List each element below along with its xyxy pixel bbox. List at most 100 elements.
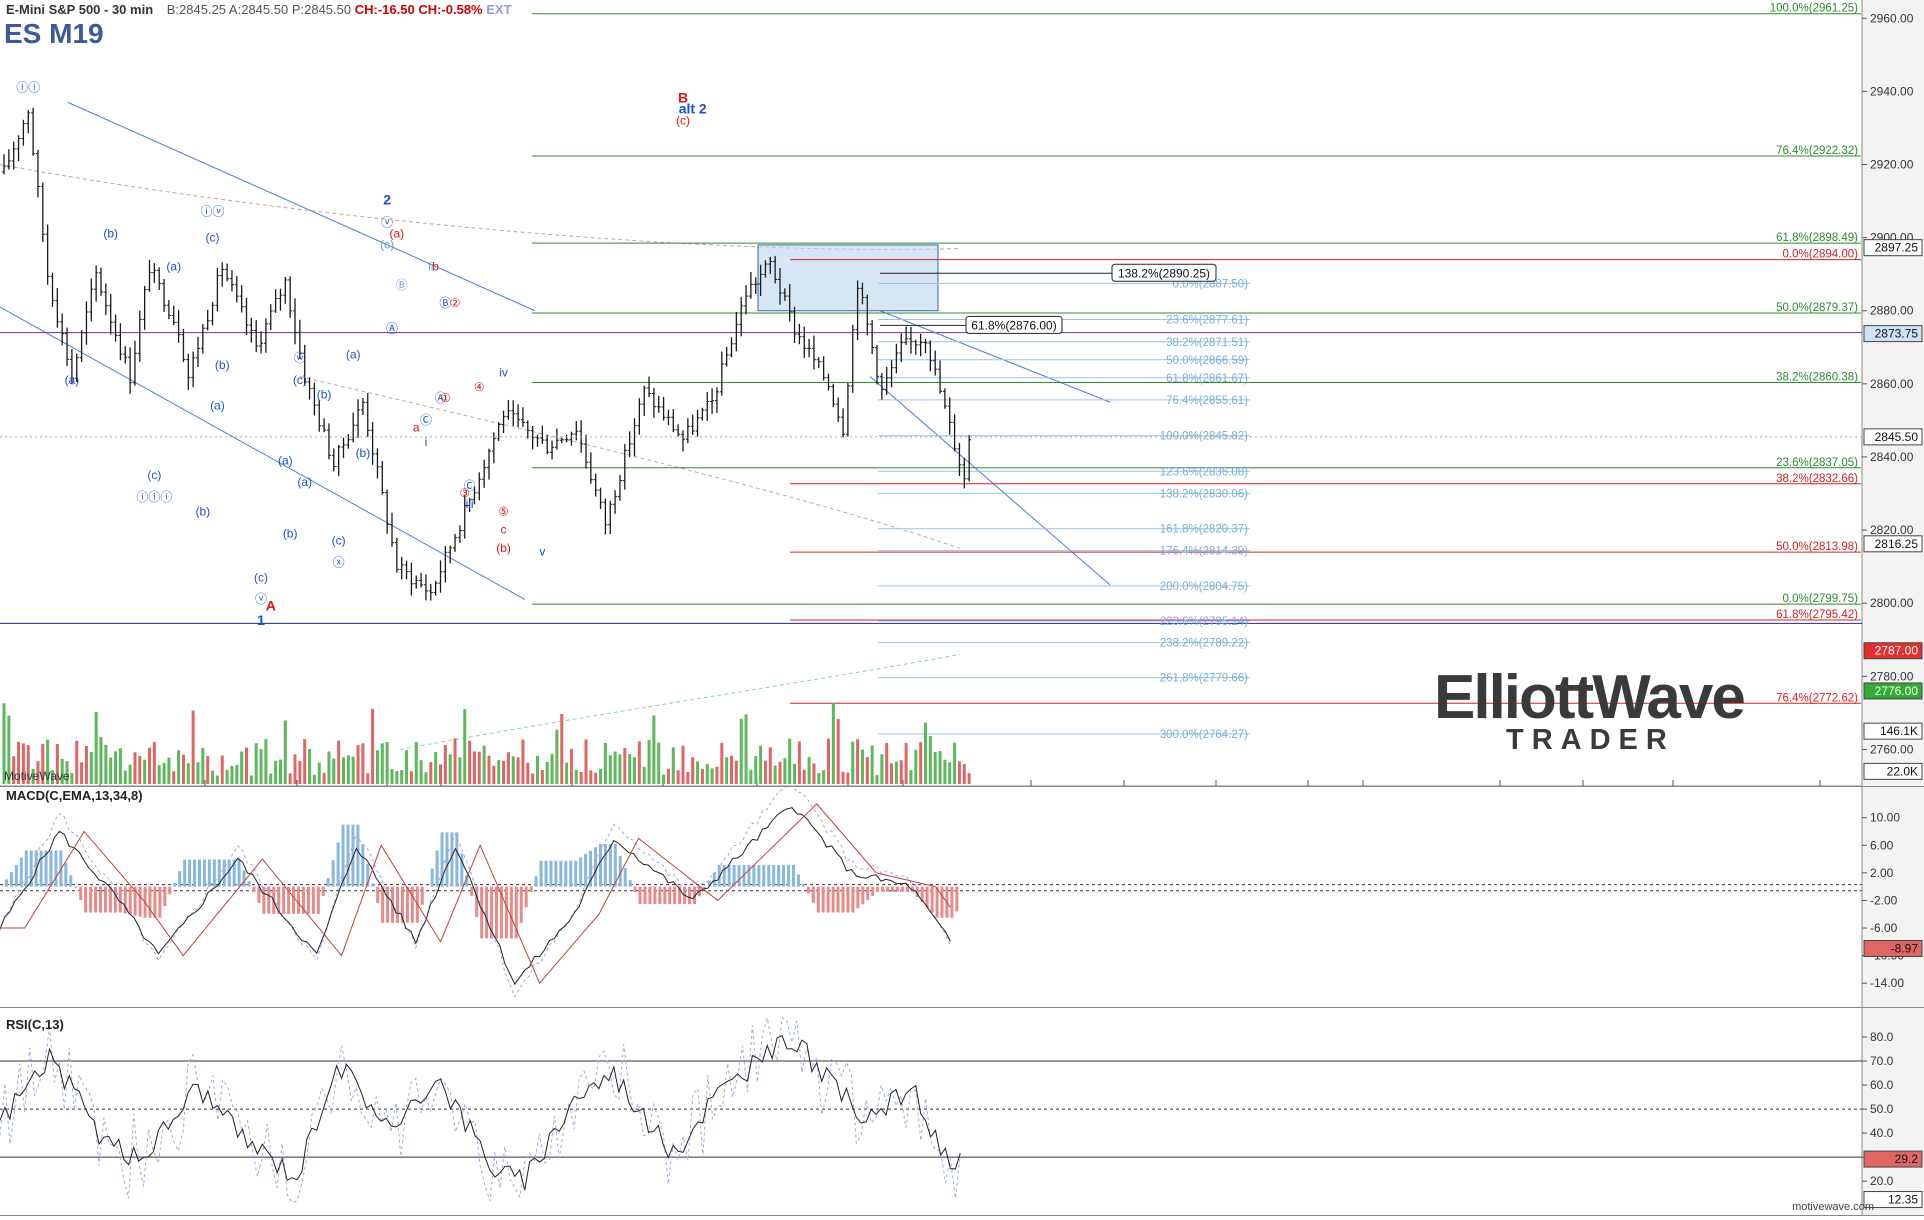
macd-histogram-bar [242, 870, 246, 887]
wave-label: ⓘⓘⓘ [136, 490, 172, 504]
volume-bar [574, 769, 578, 784]
rsi-chart[interactable]: 80.070.060.050.040.030.020.029.212.35 [0, 1008, 1924, 1215]
price-tag-label: 2897.25 [1875, 241, 1919, 255]
volume-bar [924, 722, 927, 784]
volume-bar [744, 714, 748, 784]
volume-bar [870, 745, 874, 784]
volume-bar [943, 759, 947, 784]
macd-histogram-bar [648, 886, 652, 905]
volume-bar [274, 760, 278, 784]
rsi-tag-label: 12.35 [1888, 1193, 1918, 1207]
macd-histogram-bar [925, 886, 929, 908]
macd-tick-label: 6.00 [1870, 838, 1894, 852]
macd-histogram-bar [955, 886, 959, 912]
volume-bar [196, 762, 200, 784]
wave-label: (b) [356, 446, 371, 460]
wave-label: ⓦ [294, 351, 306, 365]
wave-label: (c) [254, 570, 268, 584]
macd-histogram-bar [688, 886, 692, 905]
volume-bar [754, 756, 758, 784]
volume-bar [312, 774, 316, 784]
volume-bar [628, 754, 632, 784]
volume-bar [608, 755, 612, 784]
volume-bar [865, 757, 869, 784]
rsi-tick-label: 60.0 [1870, 1078, 1894, 1092]
wave-label: 1 [257, 612, 265, 628]
rsi-panel[interactable]: 80.070.060.050.040.030.020.029.212.35 [0, 1008, 1924, 1216]
volume-bar [240, 751, 244, 784]
wave-label: 2 [383, 192, 391, 208]
volume-bar [172, 771, 176, 784]
volume-bar [521, 739, 525, 784]
macd-histogram-bar [777, 864, 781, 887]
macd-histogram-bar [4, 879, 8, 887]
volume-bar [788, 738, 792, 784]
macd-histogram-bar [79, 886, 83, 901]
macd-histogram-bar [757, 864, 761, 887]
fib-extension-label: 38.2%(2871.51) [1166, 337, 1248, 349]
fib-level-label: 100.0%(2961.25) [1770, 3, 1858, 15]
volume-bar [84, 746, 88, 784]
macd-histogram-bar [539, 860, 543, 887]
macd-histogram-bar [361, 844, 365, 887]
volume-bar [157, 765, 161, 784]
fib-level-label: 50.0%(2879.37) [1776, 302, 1858, 314]
volume-bar [662, 774, 666, 784]
macd-histogram-bar [435, 850, 439, 887]
volume-bar [118, 748, 122, 784]
macd-histogram-bar [257, 886, 261, 903]
volume-bar [249, 775, 253, 784]
macd-panel[interactable]: 10.006.002.00-2.00-6.00-10.00-14.00-8.97 [0, 784, 1924, 1008]
fib-extension-label: 23.6%(2877.61) [1166, 314, 1248, 326]
wave-label: (b) [496, 541, 511, 555]
macd-histogram-bar [495, 886, 498, 939]
macd-histogram-bar [198, 859, 201, 887]
volume-bar [177, 750, 181, 784]
macd-histogram-bar [623, 868, 627, 887]
wave-label: (a) [278, 453, 293, 467]
volume-bar [409, 771, 413, 784]
macd-histogram-bar [628, 880, 632, 887]
macd-histogram-bar [747, 864, 751, 887]
volume-bar [337, 740, 341, 784]
volume-bar [720, 742, 724, 784]
macd-histogram-bar [782, 864, 786, 887]
volume-bar [550, 754, 554, 784]
volume-bar [778, 761, 782, 784]
macd-histogram-bar [886, 886, 890, 892]
volume-bar [856, 739, 860, 784]
fib-level-label: 0.0%(2799.75) [1783, 593, 1859, 605]
fib-extension-label: 61.8%(2861.67) [1166, 373, 1248, 385]
rsi-tick-label: 80.0 [1870, 1030, 1894, 1044]
fib-level-label: 76.4%(2922.32) [1776, 145, 1858, 157]
volume-bar [245, 747, 248, 784]
macd-histogram-bar [14, 864, 18, 887]
volume-bar [400, 770, 404, 784]
volume-bar [288, 773, 292, 784]
volume-bar [99, 736, 103, 784]
volume-bar [875, 775, 879, 784]
macd-histogram-bar [227, 859, 231, 887]
fib-level-label: 50.0%(2813.98) [1776, 541, 1858, 553]
macd-histogram-bar [282, 886, 286, 914]
macd-chart[interactable]: 10.006.002.00-2.00-6.00-10.00-14.00-8.97 [0, 784, 1924, 1007]
volume-bar [317, 762, 321, 784]
fib-extension-label: 223.6%(2795.14) [1160, 616, 1248, 628]
macd-histogram-bar [410, 886, 414, 923]
volume-bar [967, 773, 971, 784]
wave-label: (b) [317, 387, 332, 401]
macd-histogram-bar [594, 847, 597, 887]
channel-line [67, 101, 536, 312]
wave-label: Ⓐ [386, 322, 398, 336]
volume-bar [633, 757, 636, 784]
volume-bar [851, 741, 855, 784]
channel-line [869, 376, 1111, 586]
rsi-tag-label: 29.2 [1895, 1152, 1919, 1166]
macd-histogram-bar [267, 886, 271, 914]
macd-histogram-bar [297, 886, 300, 914]
moving-average-line [0, 164, 961, 251]
macd-histogram-bar [74, 886, 78, 888]
macd-histogram-bar [801, 883, 805, 887]
fib-extension-label: 176.4%(2814.39) [1160, 546, 1248, 558]
volume-bar [80, 762, 84, 784]
